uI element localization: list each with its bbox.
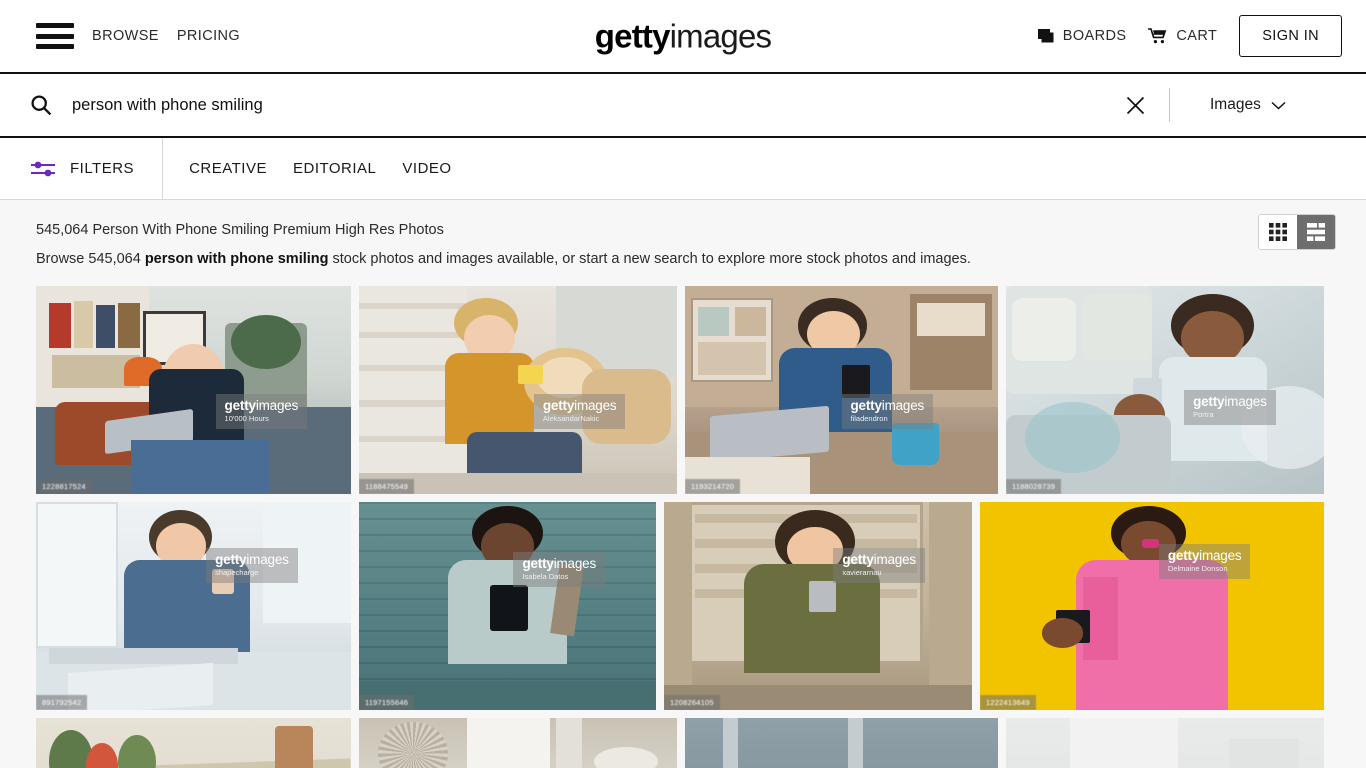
- grid-row: gettyimages 10'000 Hours 1228817524 gett…: [36, 286, 1333, 494]
- grid-row: [36, 718, 1333, 768]
- thumbnail-art: [359, 286, 677, 494]
- search-submit-button[interactable]: [0, 94, 72, 116]
- clear-search-button[interactable]: [1102, 96, 1169, 115]
- image-results-grid: gettyimages 10'000 Hours 1228817524 gett…: [0, 267, 1366, 768]
- sliders-filter-icon: [31, 161, 55, 176]
- result-image-5[interactable]: gettyimages shapecharge 891792542: [36, 502, 351, 710]
- thumbnail-art: [36, 718, 351, 768]
- results-desc-prefix: Browse 545,064: [36, 251, 145, 267]
- cart-button[interactable]: CART: [1148, 28, 1217, 44]
- result-image-8[interactable]: gettyimages Delmaine Donson 1222413649: [980, 502, 1324, 710]
- results-title: 545,064 Person With Phone Smiling Premiu…: [36, 222, 444, 238]
- search-icon: [31, 95, 52, 116]
- nav-pricing[interactable]: PRICING: [177, 28, 240, 44]
- category-tabs: CREATIVE EDITORIAL VIDEO: [163, 160, 452, 177]
- search-bar: Images: [0, 74, 1366, 138]
- header-right-nav: BOARDS CART SIGN IN: [1037, 15, 1366, 57]
- logo-getty-text: getty: [594, 17, 671, 55]
- thumbnail-art: [359, 502, 656, 710]
- getty-images-logo[interactable]: gettyimages: [594, 17, 772, 55]
- filter-bar: FILTERS CREATIVE EDITORIAL VIDEO: [0, 138, 1366, 200]
- thumbnail-art: [664, 502, 972, 710]
- search-results-area: 545,064 Person With Phone Smiling Premiu…: [0, 200, 1366, 768]
- result-image-9[interactable]: [36, 718, 351, 768]
- tab-editorial[interactable]: EDITORIAL: [293, 160, 376, 177]
- logo-images-text: images: [669, 17, 772, 55]
- boards-button[interactable]: BOARDS: [1037, 28, 1127, 44]
- boards-label: BOARDS: [1062, 28, 1127, 44]
- result-image-12[interactable]: [1006, 718, 1324, 768]
- chevron-down-icon: [1271, 101, 1286, 110]
- thumbnail-art: [1006, 286, 1324, 494]
- filters-label: FILTERS: [70, 160, 135, 177]
- mosaic-view-icon: [1307, 223, 1325, 241]
- result-image-4[interactable]: gettyimages Portra 1188028739: [1006, 286, 1324, 494]
- tab-video[interactable]: VIDEO: [402, 160, 451, 177]
- result-image-1[interactable]: gettyimages 10'000 Hours 1228817524: [36, 286, 351, 494]
- tab-creative[interactable]: CREATIVE: [189, 160, 267, 177]
- site-header: BROWSE PRICING gettyimages BOARDS CART S…: [0, 0, 1366, 74]
- hamburger-menu-icon[interactable]: [36, 23, 74, 49]
- close-x-icon: [1126, 96, 1145, 114]
- search-type-dropdown[interactable]: Images: [1170, 96, 1366, 114]
- result-image-6[interactable]: gettyimages Isabela Datos 1197155646: [359, 502, 656, 710]
- thumbnail-art: [685, 718, 998, 768]
- results-desc-suffix: stock photos and images available, or st…: [328, 251, 971, 267]
- thumbnail-art: [36, 502, 351, 710]
- results-header: 545,064 Person With Phone Smiling Premiu…: [0, 200, 1366, 267]
- shopping-cart-icon: [1148, 28, 1167, 44]
- result-image-3[interactable]: gettyimages filadendron 1193214720: [685, 286, 998, 494]
- thumbnail-art: [359, 718, 677, 768]
- result-image-10[interactable]: [359, 718, 677, 768]
- cart-label: CART: [1176, 28, 1218, 44]
- grid-row: gettyimages shapecharge 891792542 gettyi…: [36, 502, 1333, 710]
- sign-in-button[interactable]: SIGN IN: [1239, 15, 1342, 57]
- results-description: Browse 545,064 person with phone smiling…: [36, 251, 1336, 267]
- thumbnail-art: [36, 286, 351, 494]
- search-type-label: Images: [1210, 96, 1261, 113]
- grid-view-button[interactable]: [1259, 215, 1297, 249]
- thumbnail-art: [685, 286, 998, 494]
- result-image-11[interactable]: [685, 718, 998, 768]
- mosaic-view-button[interactable]: [1297, 215, 1335, 249]
- grid-view-icon: [1269, 223, 1287, 241]
- nav-browse[interactable]: BROWSE: [92, 28, 159, 44]
- result-image-2[interactable]: gettyimages AleksandarNakic 1188475549: [359, 286, 677, 494]
- boards-icon: [1037, 28, 1054, 42]
- header-left-nav: BROWSE PRICING: [0, 23, 240, 49]
- thumbnail-art: [980, 502, 1324, 710]
- results-desc-query: person with phone smiling: [144, 251, 329, 267]
- search-input[interactable]: [72, 95, 1102, 115]
- view-toggle-group: [1258, 214, 1336, 250]
- thumbnail-art: [1006, 718, 1324, 768]
- result-image-7[interactable]: gettyimages xavierarnau 1208264105: [664, 502, 972, 710]
- filters-button[interactable]: FILTERS: [0, 138, 164, 199]
